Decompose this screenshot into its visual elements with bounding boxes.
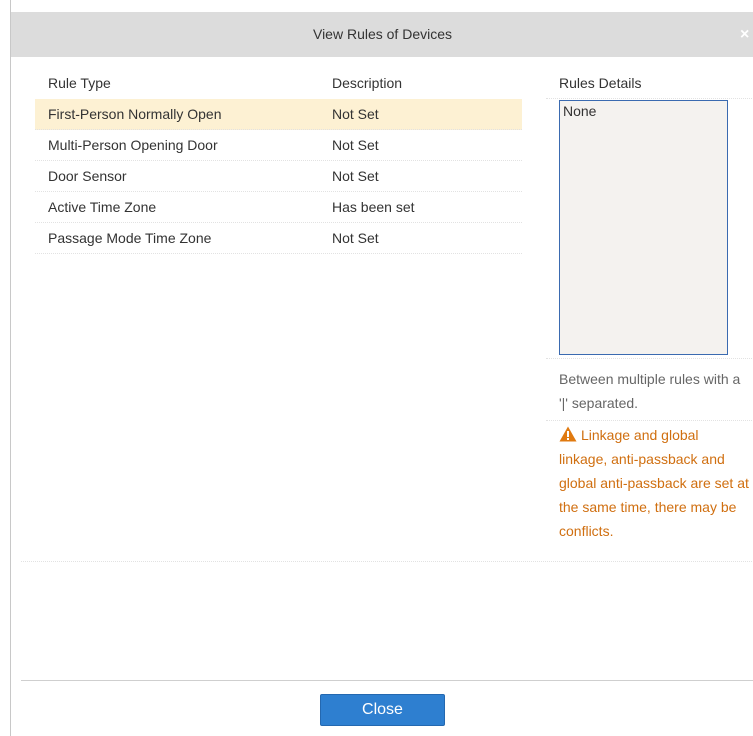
separator-hint: Between multiple rules with a '|' separa… bbox=[559, 371, 741, 411]
dialog-title: View Rules of Devices bbox=[312, 26, 453, 42]
rule-type-cell: Active Time Zone bbox=[48, 199, 157, 215]
footer-divider bbox=[21, 680, 753, 681]
table-row[interactable]: Multi-Person Opening Door Not Set bbox=[35, 130, 522, 161]
divider bbox=[21, 561, 753, 562]
warning-triangle-icon bbox=[559, 426, 577, 442]
close-button[interactable]: Close bbox=[320, 694, 445, 726]
description-cell: Not Set bbox=[332, 137, 379, 153]
header-rule-type: Rule Type bbox=[48, 75, 111, 91]
table-row[interactable]: First-Person Normally Open Not Set bbox=[35, 99, 522, 130]
rules-table: Rule Type Description First-Person Norma… bbox=[35, 68, 522, 254]
table-row[interactable]: Door Sensor Not Set bbox=[35, 161, 522, 192]
divider bbox=[546, 420, 753, 421]
divider bbox=[546, 358, 753, 359]
description-cell: Not Set bbox=[332, 168, 379, 184]
header-description: Description bbox=[332, 75, 403, 91]
table-row[interactable]: Passage Mode Time Zone Not Set bbox=[35, 223, 522, 254]
rules-details-panel: Rules Details None Between multiple rule… bbox=[546, 68, 753, 539]
table-row[interactable]: Active Time Zone Has been set bbox=[35, 192, 522, 223]
rules-details-label: Rules Details bbox=[546, 68, 753, 99]
conflict-warning: Linkage and global linkage, anti-passbac… bbox=[559, 423, 749, 543]
dialog-titlebar: View Rules of Devices × bbox=[11, 12, 753, 57]
description-cell: Has been set bbox=[332, 199, 415, 215]
close-icon[interactable]: × bbox=[740, 12, 753, 57]
view-rules-dialog: View Rules of Devices × Rule Type Descri… bbox=[10, 0, 753, 736]
rule-type-cell: First-Person Normally Open bbox=[48, 106, 222, 122]
rules-details-box[interactable]: None bbox=[559, 100, 728, 355]
table-header: Rule Type Description bbox=[35, 68, 522, 99]
description-cell: Not Set bbox=[332, 106, 379, 122]
rule-type-cell: Multi-Person Opening Door bbox=[48, 137, 218, 153]
conflict-warning-text: Linkage and global linkage, anti-passbac… bbox=[559, 427, 749, 539]
rule-type-cell: Door Sensor bbox=[48, 168, 127, 184]
description-cell: Not Set bbox=[332, 230, 379, 246]
rule-type-cell: Passage Mode Time Zone bbox=[48, 230, 212, 246]
